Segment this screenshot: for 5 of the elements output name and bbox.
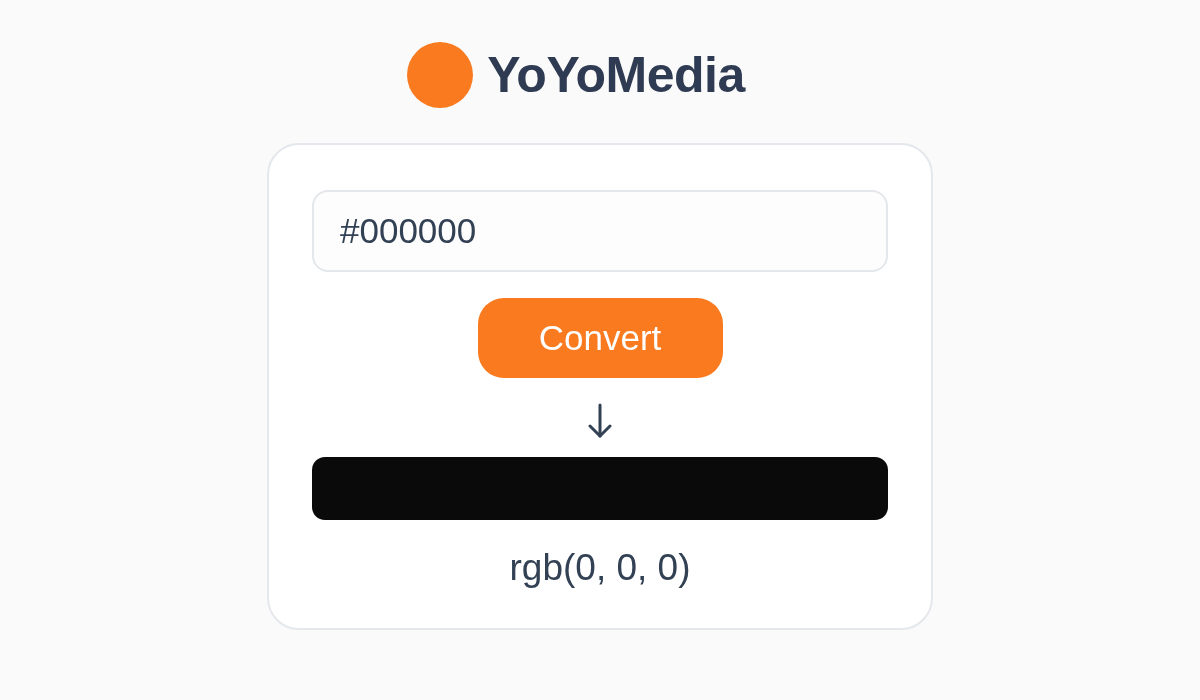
brand-name: YoYoMedia — [487, 50, 745, 100]
down-arrow-icon — [587, 403, 613, 438]
hex-input-field[interactable]: #000000 — [312, 190, 888, 272]
circle-logo-icon — [407, 42, 474, 108]
rgb-result: rgb(0, 0, 0) — [509, 546, 691, 590]
